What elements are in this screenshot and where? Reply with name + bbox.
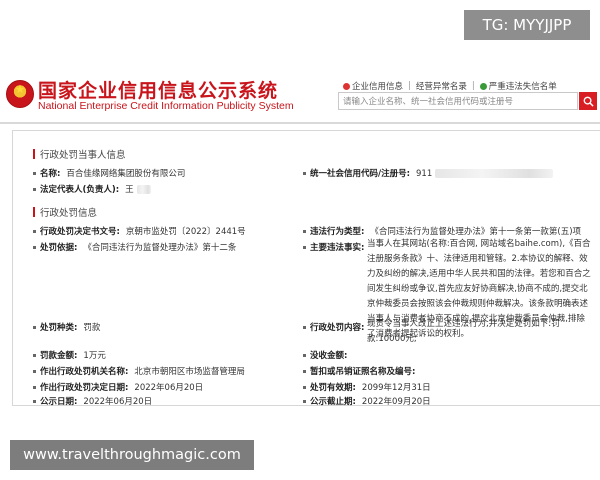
redacted-blur — [435, 169, 554, 178]
decision-date-row: 作出行政处罚决定日期: 2022年06月20日 — [33, 381, 203, 393]
tg-watermark-badge: TG: MYYJJPP — [464, 10, 590, 40]
header-divider — [0, 122, 600, 124]
green-dot-icon — [479, 82, 487, 90]
nav-link-label: 经营异常名录 — [415, 82, 467, 92]
credit-code-row: 统一社会信用代码/注册号: 911 — [303, 167, 554, 179]
search-input[interactable]: 请输入企业名称、统一社会信用代码或注册号 — [338, 92, 578, 110]
section-heading-party: 行政处罚当事人信息 — [33, 147, 126, 161]
license-ref-row: 暂扣或吊销证照名称及编号: — [303, 365, 421, 377]
record-panel: 行政处罚当事人信息 名称: 百合佳缘网络集团股份有限公司 统一社会信用代码/注册号… — [12, 130, 600, 407]
site-subtitle: National Enterprise Credit Information P… — [38, 100, 294, 112]
nav-link-abnormal-list[interactable]: 经营异常名录 — [416, 80, 467, 92]
party-name-row: 名称: 百合佳缘网络集团股份有限公司 — [33, 167, 185, 179]
nav-link-label: 严重违法失信名单 — [488, 82, 557, 92]
publish-end-row: 公示截止期: 2022年09月20日 — [303, 395, 431, 407]
penalty-content-label-row: 行政处罚内容: — [303, 321, 364, 333]
confiscation-row: 没收金额: — [303, 349, 353, 361]
valid-until-row: 处罚有效期: 2099年12月31日 — [303, 381, 431, 393]
main-facts-label-row: 主要违法事实: — [303, 241, 364, 253]
violation-type-row: 违法行为类型: 《合同违法行为监督处理办法》第十一条第一款第(五)项 — [303, 225, 581, 237]
section-heading-penalty: 行政处罚信息 — [33, 205, 97, 219]
red-dot-icon — [343, 82, 350, 90]
legal-rep-row: 法定代表人(负责人): 王 — [33, 183, 151, 195]
nav-link-credit-info[interactable]: 企业信用信息 — [343, 80, 403, 92]
nav-link-blacklist[interactable]: 严重违法失信名单 — [479, 80, 557, 92]
nav-separator: | — [408, 81, 411, 91]
redacted-blur — [136, 185, 151, 194]
site-watermark: www.travelthroughmagic.com — [10, 440, 254, 470]
top-nav: 企业信用信息 | 经营异常名录 | 严重违法失信名单 — [343, 80, 557, 92]
publish-date-row: 公示日期: 2022年06月20日 — [33, 395, 152, 407]
authority-row: 作出行政处罚机关名称: 北京市朝阳区市场监督管理局 — [33, 365, 245, 377]
search-placeholder: 请输入企业名称、统一社会信用代码或注册号 — [343, 97, 514, 107]
nav-separator: | — [471, 81, 475, 91]
nav-link-label: 企业信用信息 — [352, 82, 404, 92]
penalty-type-row: 处罚种类: 罚款 — [33, 321, 100, 333]
penalty-content-text: 现责令当事人改正上述违法行为,并决定处罚如下:罚款:10000元; — [367, 319, 560, 344]
decision-number-row: 行政处罚决定书文号: 京朝市监处罚〔2022〕2441号 — [33, 225, 246, 237]
penalty-basis-row: 处罚依据: 《合同违法行为监督处理办法》第十二条 — [33, 241, 236, 253]
search-button[interactable] — [579, 92, 597, 110]
site-title: 国家企业信用信息公示系统 — [38, 80, 279, 102]
search-icon — [583, 96, 594, 107]
fine-amount-row: 罚款金额: 1万元 — [33, 349, 106, 361]
national-emblem-icon — [6, 80, 34, 108]
